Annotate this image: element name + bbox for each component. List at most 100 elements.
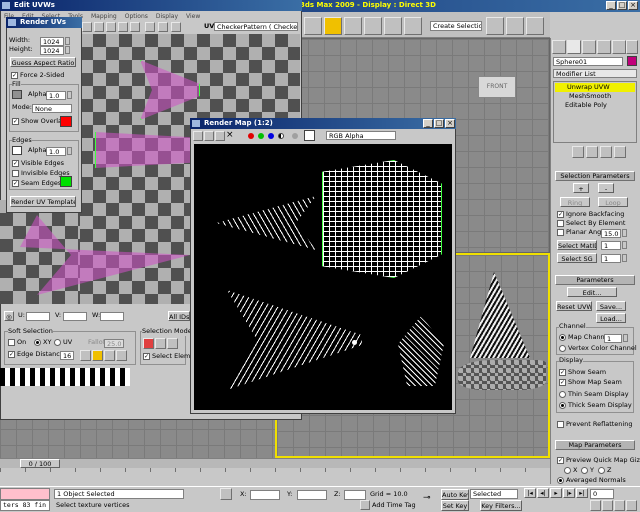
- texture-dropdown[interactable]: CheckerPattern ( Checker ): [214, 22, 298, 31]
- app-minimize-button[interactable]: _: [606, 1, 616, 10]
- prev-frame-icon[interactable]: ◂|: [537, 488, 549, 498]
- map-channel-spinner[interactable]: [623, 334, 628, 342]
- u-field[interactable]: [26, 312, 50, 321]
- all-ids-dropdown[interactable]: All IDs: [168, 311, 190, 321]
- averaged-normals-radio[interactable]: [557, 477, 564, 484]
- material-editor-icon[interactable]: [526, 17, 544, 35]
- height-field[interactable]: 1024: [40, 46, 64, 55]
- blue-channel-icon[interactable]: [268, 133, 274, 139]
- mono-channel-icon[interactable]: [292, 133, 298, 139]
- object-color-swatch[interactable]: [627, 56, 637, 66]
- play-icon[interactable]: ▸: [550, 488, 562, 498]
- falloff-smooth-icon[interactable]: [92, 350, 103, 361]
- display-tab-icon[interactable]: [612, 40, 626, 54]
- height-spinner[interactable]: [65, 46, 70, 54]
- maxscript-output[interactable]: ters 83 fin: [0, 500, 50, 511]
- thin-seam-radio[interactable]: [559, 391, 566, 398]
- width-field[interactable]: 1024: [40, 37, 64, 46]
- stack-item-editable-poly[interactable]: Editable Poly: [555, 101, 635, 110]
- scale-icon[interactable]: [384, 17, 402, 35]
- map-channel-field[interactable]: 1: [604, 334, 622, 343]
- app-close-button[interactable]: ×: [628, 1, 638, 10]
- render-map-maximize-button[interactable]: □: [434, 119, 444, 128]
- stack-item-meshsmooth[interactable]: MeshSmooth: [555, 92, 635, 101]
- align-icon[interactable]: [506, 17, 524, 35]
- y-radio[interactable]: [581, 467, 588, 474]
- sg-field[interactable]: 1: [601, 254, 621, 263]
- xy-radio[interactable]: [34, 339, 41, 346]
- uvw-freeform-icon[interactable]: [118, 22, 128, 32]
- select-element-checkbox[interactable]: ✓: [143, 353, 150, 360]
- lock-selection-icon[interactable]: [220, 488, 232, 500]
- render-map-minimize-button[interactable]: _: [423, 119, 433, 128]
- uvw-rotate-icon[interactable]: [94, 22, 104, 32]
- loop-button[interactable]: Loop: [598, 197, 628, 207]
- seam-edges-checkbox[interactable]: ✓: [12, 180, 19, 187]
- edit-uvw-title-bar[interactable]: Edit UVWs: [0, 0, 302, 11]
- edge-mode-icon[interactable]: [155, 338, 166, 349]
- save-image-icon[interactable]: [193, 131, 203, 141]
- vertex-mode-icon[interactable]: [143, 338, 154, 349]
- z-coord-field[interactable]: [344, 490, 366, 500]
- clone-window-icon[interactable]: [215, 131, 225, 141]
- overlap-color-swatch[interactable]: [60, 116, 72, 127]
- planar-angle-spinner[interactable]: [622, 229, 627, 237]
- time-slider-thumb[interactable]: 0 / 100: [20, 459, 60, 468]
- fill-color-swatch[interactable]: [12, 90, 22, 99]
- selection-parameters-header[interactable]: Selection Parameters: [555, 171, 635, 181]
- add-time-tag-label[interactable]: Add Time Tag: [372, 501, 416, 510]
- render-map-close-button[interactable]: ×: [445, 119, 455, 128]
- remove-modifier-icon[interactable]: [614, 146, 626, 158]
- modify-tab-icon[interactable]: [567, 40, 581, 54]
- pan-icon[interactable]: [602, 500, 613, 511]
- parameters-header[interactable]: Parameters: [555, 275, 635, 285]
- channel-dropdown[interactable]: RGB Alpha: [326, 131, 396, 140]
- grow-button[interactable]: +: [573, 183, 589, 193]
- create-tab-icon[interactable]: [552, 40, 566, 54]
- auto-key-button[interactable]: Auto Key: [441, 489, 469, 500]
- orbit-icon[interactable]: [614, 500, 625, 511]
- maxscript-listener[interactable]: [0, 488, 50, 500]
- seam-color-swatch[interactable]: [60, 176, 72, 187]
- v-field[interactable]: [63, 312, 87, 321]
- matid-spinner[interactable]: [622, 241, 627, 249]
- stack-item-unwrap[interactable]: Unwrap UVW: [555, 83, 635, 92]
- render-map-title-bar[interactable]: Render Map (1:2): [190, 118, 456, 129]
- alpha-channel-icon[interactable]: [278, 133, 284, 139]
- red-channel-icon[interactable]: [248, 133, 254, 139]
- render-uvs-title-bar[interactable]: Render UVs: [6, 17, 82, 28]
- show-overlap-checkbox[interactable]: ✓: [12, 118, 19, 125]
- time-tag-icon[interactable]: [360, 500, 370, 510]
- x-radio[interactable]: [564, 467, 571, 474]
- guess-aspect-ratio-button[interactable]: Guess Aspect Ratio: [10, 57, 76, 67]
- green-channel-icon[interactable]: [258, 133, 264, 139]
- make-unique-icon[interactable]: [600, 146, 612, 158]
- w-field[interactable]: [100, 312, 124, 321]
- y-coord-field[interactable]: [297, 490, 327, 500]
- menu-view[interactable]: View: [186, 13, 200, 20]
- uv-radio[interactable]: [54, 339, 61, 346]
- select-matid-button[interactable]: Select MatID: [557, 240, 597, 250]
- falloff-field[interactable]: 25.0: [104, 339, 124, 348]
- vertex-color-channel-radio[interactable]: [559, 345, 566, 352]
- falloff-slow-icon[interactable]: [104, 350, 115, 361]
- ignore-backfacing-checkbox[interactable]: ✓: [557, 211, 564, 218]
- object-name-field[interactable]: Sphere01: [553, 57, 623, 66]
- show-seam-checkbox[interactable]: ✓: [559, 369, 566, 376]
- copy-image-icon[interactable]: [204, 131, 214, 141]
- edge-color-swatch[interactable]: [12, 146, 22, 155]
- goto-end-icon[interactable]: ▸|: [576, 488, 588, 498]
- named-selection-set[interactable]: Create Selection Se: [430, 21, 482, 31]
- current-frame-field[interactable]: 0: [590, 489, 614, 499]
- select-object-icon[interactable]: [304, 17, 322, 35]
- utilities-tab-icon[interactable]: [626, 40, 638, 54]
- menu-display[interactable]: Display: [156, 13, 178, 20]
- uvw-lock-icon[interactable]: ◎: [4, 311, 14, 321]
- render-uv-template-button[interactable]: Render UV Template: [10, 196, 76, 207]
- thick-seam-radio[interactable]: [559, 402, 566, 409]
- fill-alpha-field[interactable]: 1.0: [46, 91, 66, 100]
- edge-distance-field[interactable]: 16: [60, 351, 74, 360]
- uv-canvas-left[interactable]: [0, 200, 80, 304]
- edge-alpha-spinner[interactable]: [67, 147, 72, 155]
- pin-stack-icon[interactable]: [572, 146, 584, 158]
